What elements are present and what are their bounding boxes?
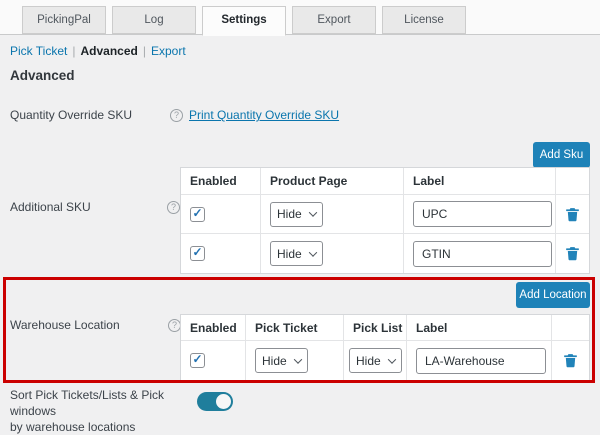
select-value: Hide [262, 354, 287, 368]
table-cell: Hide [261, 234, 404, 273]
warehouse-label-input[interactable] [416, 348, 546, 374]
column-header-enabled: Enabled [181, 315, 246, 341]
subnav-export-link[interactable]: Export [151, 44, 186, 58]
table-cell [404, 234, 556, 273]
table-cell [407, 341, 552, 380]
chevron-down-icon [294, 355, 302, 363]
toggle-knob [216, 394, 231, 409]
table-cell [556, 195, 589, 234]
column-header-actions [556, 168, 589, 195]
sku-label-input[interactable] [413, 201, 552, 227]
sort-setting-label-line1: Sort Pick Tickets/Lists & Pick windows [10, 388, 164, 418]
settings-subnav: Pick Ticket | Advanced | Export [10, 44, 186, 58]
tab-pickingpal[interactable]: PickingPal [22, 6, 106, 34]
tab-log[interactable]: Log [112, 6, 196, 34]
table-row [181, 341, 246, 380]
warehouse-location-table: Enabled Pick Ticket Pick List Label Hide… [180, 314, 590, 381]
column-header-label: Label [407, 315, 552, 341]
help-icon[interactable] [170, 109, 183, 122]
column-header-product-page: Product Page [261, 168, 404, 195]
table-cell [556, 234, 589, 273]
sort-by-warehouse-toggle[interactable] [197, 392, 233, 411]
additional-sku-table: Enabled Product Page Label Hide Hide [180, 167, 590, 274]
product-page-select[interactable]: Hide [270, 241, 323, 266]
sort-setting-label: Sort Pick Tickets/Lists & Pick windows b… [10, 387, 198, 435]
enabled-checkbox[interactable] [190, 207, 205, 222]
product-page-select[interactable]: Hide [270, 202, 323, 227]
trash-icon[interactable] [562, 352, 579, 369]
page-title: Advanced [10, 68, 75, 83]
select-value: Hide [277, 247, 302, 261]
chevron-down-icon [309, 208, 317, 216]
main-tabs: PickingPal Log Settings Export License [22, 6, 466, 36]
enabled-checkbox[interactable] [190, 353, 205, 368]
column-header-pick-list: Pick List [344, 315, 407, 341]
tab-settings[interactable]: Settings [202, 6, 286, 36]
column-header-actions [552, 315, 589, 341]
table-cell [404, 195, 556, 234]
subnav-advanced-current[interactable]: Advanced [80, 44, 137, 58]
pick-ticket-select[interactable]: Hide [255, 348, 308, 373]
help-icon[interactable] [167, 201, 180, 214]
chevron-down-icon [388, 355, 396, 363]
select-value: Hide [277, 207, 302, 221]
print-quantity-override-sku-link[interactable]: Print Quantity Override SKU [189, 108, 339, 122]
pickingpal-settings-screen: PickingPal Log Settings Export License P… [0, 0, 600, 434]
table-cell: Hide [261, 195, 404, 234]
tab-license[interactable]: License [382, 6, 466, 34]
column-header-enabled: Enabled [181, 168, 261, 195]
table-cell: Hide [246, 341, 344, 380]
sort-setting-label-line2: by warehouse locations [10, 420, 135, 434]
table-row [181, 195, 261, 234]
select-value: Hide [356, 354, 381, 368]
subnav-pick-ticket-link[interactable]: Pick Ticket [10, 44, 67, 58]
sku-label-input[interactable] [413, 241, 552, 267]
enabled-checkbox[interactable] [190, 246, 205, 261]
chevron-down-icon [309, 248, 317, 256]
table-cell [552, 341, 589, 380]
table-row [181, 234, 261, 273]
warehouse-location-label: Warehouse Location [10, 318, 120, 332]
subnav-separator: | [72, 44, 75, 58]
trash-icon[interactable] [564, 245, 581, 262]
column-header-label: Label [404, 168, 556, 195]
additional-sku-label: Additional SKU [10, 200, 91, 214]
pick-list-select[interactable]: Hide [349, 348, 402, 373]
tab-export[interactable]: Export [292, 6, 376, 34]
add-location-button[interactable]: Add Location [516, 282, 590, 308]
table-cell: Hide [344, 341, 407, 380]
subnav-separator: | [143, 44, 146, 58]
trash-icon[interactable] [564, 206, 581, 223]
add-sku-button[interactable]: Add Sku [533, 142, 590, 168]
column-header-pick-ticket: Pick Ticket [246, 315, 344, 341]
quantity-override-sku-label: Quantity Override SKU [10, 108, 132, 122]
